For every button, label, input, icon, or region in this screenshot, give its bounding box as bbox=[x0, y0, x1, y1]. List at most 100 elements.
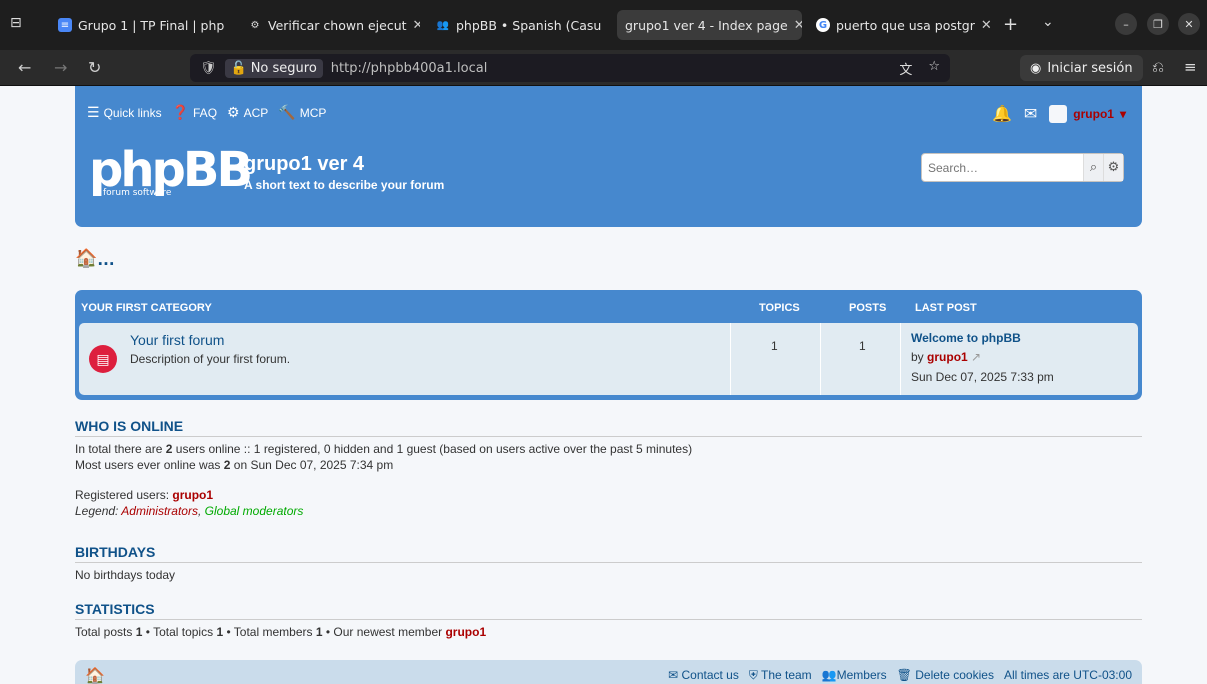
breadcrumb-ellipsis[interactable]: ... bbox=[97, 251, 114, 269]
online-total-line: In total there are 2 users online :: 1 r… bbox=[75, 442, 693, 456]
gavel-icon[interactable]: 🔨 bbox=[278, 104, 295, 121]
close-window-icon[interactable]: ✕ bbox=[1178, 13, 1200, 35]
birthdays-section: BIRTHDAYS No birthdays today bbox=[75, 544, 1142, 583]
minimize-icon[interactable]: – bbox=[1115, 13, 1137, 35]
the-team-link[interactable]: ⛨ The team bbox=[749, 668, 812, 683]
reload-icon[interactable]: ↻ bbox=[88, 58, 101, 77]
openai-icon: ⚙ bbox=[250, 19, 260, 31]
translate-icon[interactable]: 文 bbox=[899, 59, 912, 78]
home-icon[interactable]: 🏠 bbox=[75, 248, 97, 269]
restore-icon[interactable]: ❐ bbox=[1147, 13, 1169, 35]
forum-read-icon: ▤ bbox=[89, 345, 117, 373]
back-icon[interactable]: ← bbox=[18, 58, 31, 77]
quick-links-link[interactable]: Quick links bbox=[104, 106, 162, 120]
birthdays-heading: BIRTHDAYS bbox=[75, 544, 1142, 563]
birthdays-text: No birthdays today bbox=[75, 568, 176, 582]
posts-header: POSTS bbox=[849, 302, 887, 314]
topics-header: TOPICS bbox=[759, 302, 800, 314]
members-link[interactable]: 👥Members bbox=[822, 668, 887, 683]
menu-icon[interactable]: ≡ bbox=[1184, 58, 1197, 76]
close-tab-icon[interactable]: ✕ bbox=[407, 18, 420, 33]
who-is-online-section: WHO IS ONLINE In total there are 2 users… bbox=[75, 418, 1142, 519]
gears-icon[interactable]: ⚙ bbox=[227, 104, 240, 121]
url-bar[interactable]: 🛡 🔓 No seguro http://phpbb400a1.local 文 … bbox=[190, 54, 950, 82]
tab-verificar-chown[interactable]: ⚙ Verificar chown ejecut ✕ bbox=[240, 10, 420, 40]
who-is-online-heading[interactable]: WHO IS ONLINE bbox=[75, 418, 1142, 437]
forward-icon[interactable]: → bbox=[54, 58, 67, 77]
forum-list: YOUR FIRST CATEGORY TOPICS POSTS LAST PO… bbox=[75, 290, 1142, 400]
view-latest-post-icon[interactable]: ↗ bbox=[971, 350, 981, 364]
close-tab-icon[interactable]: ✕ bbox=[224, 18, 230, 33]
user-menu[interactable]: grupo1 ▾ bbox=[1049, 105, 1126, 123]
bookmark-star-icon[interactable]: ☆ bbox=[928, 59, 940, 78]
last-post-by: by grupo1 ↗ bbox=[911, 350, 982, 364]
posts-cell: 1 bbox=[820, 323, 900, 395]
home-icon[interactable]: 🏠 bbox=[85, 666, 105, 684]
category-title[interactable]: YOUR FIRST CATEGORY bbox=[81, 302, 212, 314]
tab-grupo1-docs[interactable]: ≡ Grupo 1 | TP Final | php ✕ bbox=[50, 10, 230, 40]
site-description: A short text to describe your forum bbox=[244, 178, 445, 192]
contact-us-link[interactable]: ✉ Contact us bbox=[668, 668, 739, 683]
users-icon: 👥 bbox=[436, 19, 450, 31]
tab-grupo1-index[interactable]: grupo1 ver 4 - Index page ✕ bbox=[617, 10, 802, 40]
tab-list-icon[interactable]: ⊟ bbox=[10, 15, 28, 33]
online-record-line: Most users ever online was 2 on Sun Dec … bbox=[75, 458, 394, 472]
search-icon[interactable]: ⌕ bbox=[1083, 154, 1103, 181]
acp-link[interactable]: ACP bbox=[244, 106, 269, 120]
navbar-links: ☰ Quick links ❓ FAQ ⚙ ACP 🔨 MCP bbox=[87, 104, 326, 121]
last-post-author-link[interactable]: grupo1 bbox=[927, 350, 968, 364]
delete-cookies-link[interactable]: 🗑 Delete cookies bbox=[897, 668, 994, 683]
chevron-down-icon[interactable]: ⌄ bbox=[1042, 14, 1054, 30]
legend-line: Legend: Administrators, Global moderator… bbox=[75, 504, 304, 518]
registered-users-line: Registered users: grupo1 bbox=[75, 488, 214, 502]
avatar bbox=[1049, 105, 1068, 123]
browser-nav-bar: ← → ↻ 🛡 🔓 No seguro http://phpbb400a1.lo… bbox=[0, 50, 1207, 86]
user-area: 🔔 ✉ grupo1 ▾ bbox=[992, 104, 1126, 124]
group-icon: 👥 bbox=[821, 668, 837, 682]
trash-icon: 🗑 bbox=[896, 668, 916, 682]
newest-member-link[interactable]: grupo1 bbox=[445, 625, 486, 639]
inbox-icon[interactable]: ✉ bbox=[1024, 104, 1037, 124]
close-tab-icon[interactable]: ✕ bbox=[975, 18, 992, 33]
advanced-search-gear-icon[interactable]: ⚙ bbox=[1103, 154, 1123, 181]
last-post-date: Sun Dec 07, 2025 7:33 pm bbox=[911, 370, 1054, 384]
forum-name-link[interactable]: Your first forum bbox=[130, 332, 224, 348]
topics-cell: 1 bbox=[730, 323, 820, 395]
question-icon[interactable]: ❓ bbox=[172, 104, 189, 121]
hamburger-icon[interactable]: ☰ bbox=[87, 104, 100, 121]
new-tab-icon[interactable]: + bbox=[1003, 14, 1018, 35]
mcp-link[interactable]: MCP bbox=[300, 106, 327, 120]
statistics-heading: STATISTICS bbox=[75, 601, 1142, 620]
breadcrumb: 🏠 ... bbox=[75, 248, 115, 269]
close-tab-icon[interactable]: ✕ bbox=[601, 18, 608, 33]
footer-links: ✉ Contact us ⛨ The team 👥Members 🗑 Delet… bbox=[668, 668, 1132, 683]
tab-puerto-postgres[interactable]: G puerto que usa postgr ✕ bbox=[808, 10, 993, 40]
faq-link[interactable]: FAQ bbox=[193, 106, 217, 120]
search-box: ⌕ ⚙ bbox=[921, 153, 1124, 182]
legend-administrators-link[interactable]: Administrators bbox=[121, 504, 198, 518]
shield-icon: ⛨ bbox=[748, 668, 761, 682]
close-tab-icon[interactable]: ✕ bbox=[788, 18, 802, 33]
forum-list-header: YOUR FIRST CATEGORY TOPICS POSTS LAST PO… bbox=[79, 290, 1138, 323]
forum-row: ▤ Your first forum Description of your f… bbox=[79, 323, 1138, 395]
envelope-icon: ✉ bbox=[668, 668, 682, 682]
search-input[interactable] bbox=[922, 154, 1083, 181]
insecure-badge[interactable]: 🔓 No seguro bbox=[224, 58, 323, 78]
broken-lock-icon: 🔓 bbox=[230, 60, 247, 76]
bell-icon[interactable]: 🔔 bbox=[992, 104, 1012, 124]
browser-tab-bar: ⊟ ≡ Grupo 1 | TP Final | php ✕ ⚙ Verific… bbox=[0, 0, 1207, 50]
docs-icon: ≡ bbox=[58, 18, 72, 32]
google-icon: G bbox=[816, 18, 830, 32]
registered-user-link[interactable]: grupo1 bbox=[172, 488, 213, 502]
statistics-text: Total posts 1 • Total topics 1 • Total m… bbox=[75, 625, 487, 639]
legend-global-moderators-link[interactable]: Global moderators bbox=[205, 504, 304, 518]
account-icon: ◉ bbox=[1030, 60, 1042, 76]
extensions-icon[interactable]: ⎌ bbox=[1152, 58, 1164, 76]
page-content: ☰ Quick links ❓ FAQ ⚙ ACP 🔨 MCP 🔔 ✉ grup… bbox=[0, 86, 1207, 684]
phpbb-logo[interactable]: phpBB forum software bbox=[89, 146, 253, 198]
last-post-title-link[interactable]: Welcome to phpBB bbox=[911, 331, 1021, 345]
url-text[interactable]: http://phpbb400a1.local bbox=[331, 61, 488, 76]
shield-icon[interactable]: 🛡 bbox=[200, 61, 217, 76]
tab-phpbb-spanish[interactable]: 👥 phpBB • Spanish (Casu ✕ bbox=[428, 10, 608, 40]
signin-button[interactable]: ◉ Iniciar sesión bbox=[1020, 55, 1143, 81]
